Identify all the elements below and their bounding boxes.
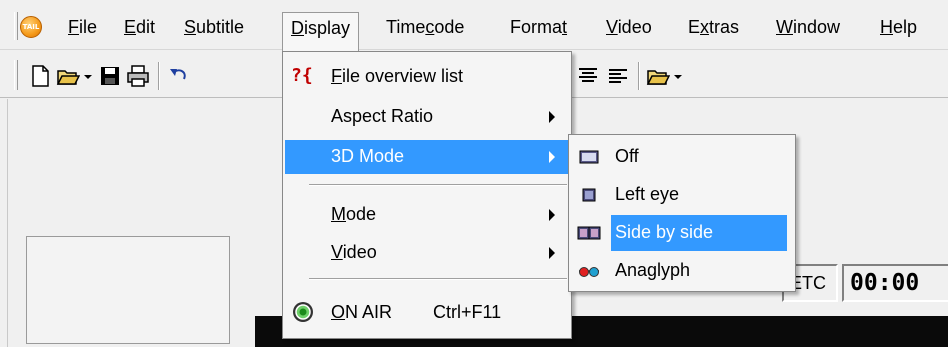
off-label: Off <box>615 146 639 166</box>
menu-extras-pre: E <box>688 17 701 37</box>
on-air-shortcut: Ctrl+F11 <box>433 302 502 322</box>
mode-accel: M <box>331 204 346 224</box>
menu-extras-label: tras <box>709 17 740 37</box>
display-menu: ?{ File overview list Aspect Ratio 3D Mo… <box>282 51 572 339</box>
video-label: ideo <box>342 242 377 262</box>
submenu-item-side-by-side[interactable]: Side by side <box>571 215 791 251</box>
anaglyph-glasses-icon <box>579 267 599 277</box>
menu-timecode-pre: Time <box>386 17 426 37</box>
dropdown-arrow-icon[interactable] <box>672 64 684 88</box>
toolbar-grip[interactable] <box>14 60 18 90</box>
menu-extras[interactable]: Extras <box>680 12 747 44</box>
timecode-display: 00:00 <box>842 264 948 302</box>
save-icon[interactable] <box>98 64 122 88</box>
submenu-item-left-eye[interactable]: Left eye <box>571 177 791 213</box>
menu-help[interactable]: Help <box>872 12 925 44</box>
menu-window[interactable]: Window <box>768 12 848 44</box>
preview-box <box>26 236 230 344</box>
3d-off-icon <box>579 150 599 164</box>
file-overview-icon: ?{ <box>291 65 313 86</box>
menu-window-label: indow <box>793 17 841 37</box>
3d-mode-label: 3D Mode <box>331 146 405 166</box>
menu-video[interactable]: Video <box>598 12 660 44</box>
menu-item-aspect-ratio[interactable]: Aspect Ratio <box>285 100 569 134</box>
file-overview-accel: F <box>331 66 342 86</box>
open-recent-icon[interactable] <box>646 64 670 88</box>
on-air-label: N AIR <box>345 302 393 322</box>
menu-subtitle-accel: S <box>184 17 197 37</box>
submenu-arrow-icon <box>549 151 555 163</box>
menu-timecode-label: ode <box>434 17 465 37</box>
menu-display-label: isplay <box>304 18 351 38</box>
left-eye-label: Left eye <box>615 184 680 204</box>
menu-file-label: ile <box>79 17 98 37</box>
video-accel: V <box>331 242 343 262</box>
menu-bar: TAIL File Edit Subtitle Display Timecode… <box>0 0 948 52</box>
side-by-side-label: Side by side <box>615 222 714 242</box>
menu-file-accel: F <box>68 17 79 37</box>
3d-mode-submenu: Off Left eye Side by side Anaglyph <box>568 134 796 292</box>
menu-item-on-air[interactable]: ON AIR Ctrl+F11 <box>285 296 569 330</box>
menu-format[interactable]: Format <box>502 12 575 44</box>
dropdown-arrow-icon[interactable] <box>82 64 94 88</box>
align-left-icon[interactable] <box>606 64 630 88</box>
submenu-arrow-icon <box>549 247 555 259</box>
menu-edit-label: dit <box>136 17 156 37</box>
on-air-accel: O <box>331 302 346 322</box>
menu-window-accel: W <box>776 17 793 37</box>
side-by-side-icon <box>577 226 601 240</box>
on-air-icon <box>293 302 313 322</box>
menu-subtitle-label: ubtitle <box>196 17 245 37</box>
mode-label: ode <box>346 204 377 224</box>
file-overview-label: ile overview list <box>342 66 464 86</box>
menu-timecode[interactable]: Timecode <box>378 12 472 44</box>
open-folder-icon[interactable] <box>56 64 80 88</box>
submenu-item-anaglyph[interactable]: Anaglyph <box>571 253 791 289</box>
menu-video-accel: V <box>606 17 618 37</box>
undo-icon[interactable] <box>166 64 190 88</box>
left-eye-icon <box>582 188 596 202</box>
menu-format-pre: Forma <box>510 17 563 37</box>
menu-display-accel: D <box>291 18 304 38</box>
align-center-icon[interactable] <box>576 64 600 88</box>
print-icon[interactable] <box>126 64 150 88</box>
left-panel-edge <box>0 99 8 347</box>
menu-video-label: ideo <box>617 17 652 37</box>
menu-format-accel: t <box>562 17 568 37</box>
menu-help-accel: H <box>880 17 893 37</box>
submenu-arrow-icon <box>549 209 555 221</box>
menubar-grip[interactable] <box>14 12 18 40</box>
submenu-arrow-icon <box>549 111 555 123</box>
menu-display[interactable]: Display <box>282 12 360 52</box>
menu-edit[interactable]: Edit <box>116 12 163 44</box>
menu-item-video[interactable]: Video <box>285 236 569 270</box>
menu-item-3d-mode[interactable]: 3D Mode <box>285 140 569 174</box>
menu-edit-accel: E <box>124 17 137 37</box>
new-file-icon[interactable] <box>28 64 52 88</box>
menu-item-file-overview[interactable]: ?{ File overview list <box>285 60 569 94</box>
toolbar-separator <box>638 62 640 90</box>
app-logo-icon[interactable]: TAIL <box>20 16 42 38</box>
menu-timecode-accel: c <box>425 17 435 37</box>
anaglyph-label: Anaglyph <box>615 260 691 280</box>
menu-item-mode[interactable]: Mode <box>285 198 569 232</box>
app-logo-text: TAIL <box>22 23 40 31</box>
toolbar-separator <box>158 62 160 90</box>
menu-separator <box>309 278 567 280</box>
submenu-item-off[interactable]: Off <box>571 139 791 175</box>
menu-extras-accel: x <box>700 17 710 37</box>
menu-file[interactable]: File <box>60 12 105 44</box>
menu-separator <box>309 184 567 186</box>
aspect-ratio-label: Aspect Ratio <box>331 106 434 126</box>
menu-help-label: elp <box>893 17 918 37</box>
menu-subtitle[interactable]: Subtitle <box>176 12 252 44</box>
